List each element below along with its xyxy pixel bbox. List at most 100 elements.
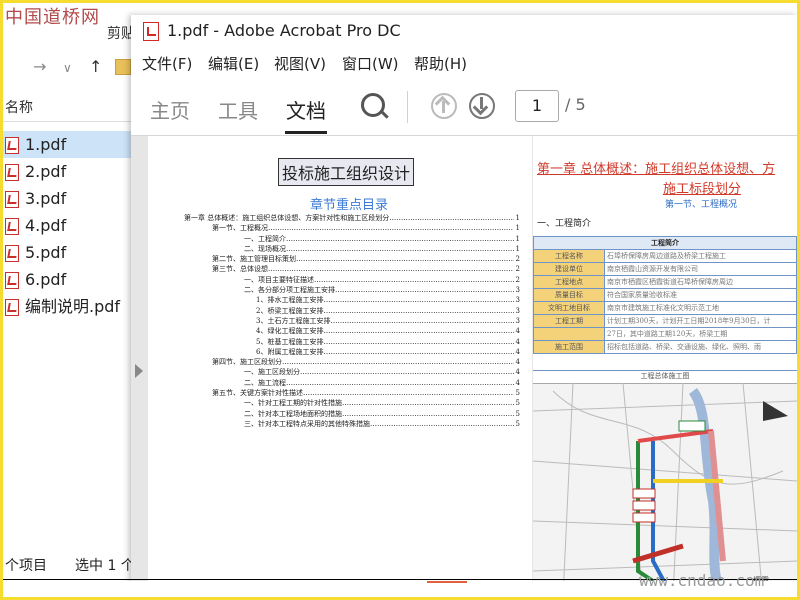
table-of-contents: 第一章 总体概述：施工组织总体设想、方案针对性和施工区段划分 …………………………… <box>184 213 520 430</box>
toc-entry[interactable]: 5、桩基工程施工安排………………………………………………………………………………… <box>184 336 520 347</box>
toc-entry-text: 第三节、总体设想 <box>212 265 268 274</box>
toc-entry[interactable]: 一、针对工程工期的针对性措施……………………………………………………………………… <box>184 398 520 409</box>
toc-leader: …………………………………………………………………………………………… <box>314 275 520 284</box>
toc-leader: …………………………………………………………………………………………… <box>296 255 520 264</box>
toc-entry[interactable]: 一、工程简介…………………………………………………………………………………………… <box>184 233 520 244</box>
file-list-item[interactable]: 6.pdf <box>3 266 131 293</box>
subsection-heading: 一、工程简介 <box>537 219 592 229</box>
table-row: 文明工地目标 南京市建筑施工标准化文明示范工地 <box>533 301 797 315</box>
file-name: 6.pdf <box>25 270 67 289</box>
document-area[interactable]: 投标施工组织设计 章节重点目录 第一章 总体概述：施工组织总体设想、方案针对性和… <box>131 136 797 597</box>
toc-leader: …………………………………………………………………………………………… <box>286 244 520 253</box>
toc-page-number: 4 <box>513 377 520 389</box>
divider <box>3 121 131 122</box>
pdf-page-2: 第一章 总体概述：施工组织总体设想、方 施工标段划分 第一节、工程概况 一、工程… <box>533 136 797 597</box>
file-list-item[interactable]: 编制说明.pdf <box>3 293 131 320</box>
file-list-item[interactable]: 2.pdf <box>3 158 131 185</box>
toolbar-divider <box>407 91 408 123</box>
file-list-item[interactable]: 4.pdf <box>3 212 131 239</box>
menu-edit[interactable]: 编辑(E) <box>208 53 259 74</box>
pdf-file-icon <box>5 245 19 262</box>
toc-entry[interactable]: 二、针对本工程场地面积的措施……………………………………………………………………… <box>184 408 520 419</box>
toolbar: 主页 工具 文档 1 / 5 <box>131 79 797 136</box>
toc-page-number: 1 <box>513 223 520 234</box>
toc-leader: …………………………………………………………………………………………… <box>323 306 520 315</box>
column-header-name[interactable]: 名称 <box>5 97 33 117</box>
table-row: 工程地点 南京市栖霞区栖霞街道石埠桥保障房周边 <box>533 275 797 289</box>
toc-page-number: 3 <box>513 315 520 327</box>
pdf-file-icon <box>5 299 19 316</box>
toc-entry[interactable]: 1、排水工程施工安排………………………………………………………………………………… <box>184 295 520 306</box>
next-page-icon[interactable] <box>469 93 495 119</box>
toc-entry[interactable]: 3、土石方工程施工安排……………………………………………………………………………… <box>184 315 520 327</box>
toc-page-number: 4 <box>513 357 520 368</box>
file-name: 2.pdf <box>25 162 67 181</box>
toc-page-number: 5 <box>513 388 520 399</box>
tab-tools[interactable]: 工具 <box>218 95 258 124</box>
previous-page-icon[interactable] <box>431 93 457 119</box>
toc-entry-text: 第四节、施工区段划分 <box>212 358 282 367</box>
menu-window[interactable]: 窗口(W) <box>342 53 399 74</box>
folder-icon <box>115 59 131 75</box>
tab-home[interactable]: 主页 <box>150 95 190 124</box>
toc-page-number: 5 <box>513 418 520 430</box>
toc-entry[interactable]: 第一节、工程概况……………………………………………………………………………………… <box>184 223 520 234</box>
toc-entry[interactable]: 第五节、关键方案针对性描述………………………………………………………………………… <box>184 388 520 399</box>
expand-panel-icon[interactable] <box>135 364 143 378</box>
tab-document[interactable]: 文档 <box>286 95 326 124</box>
toc-entry-text: 3、土石方工程施工安排 <box>256 316 331 325</box>
toc-entry[interactable]: 第三节、总体设想……………………………………………………………………………………… <box>184 264 520 275</box>
toc-entry[interactable]: 三、针对本工程特点采用的其他特殊措施…………………………………………………………… <box>184 418 520 430</box>
pdf-file-icon <box>5 164 19 181</box>
toc-entry[interactable]: 一、施工区段划分……………………………………………………………………………………… <box>184 367 520 378</box>
toc-page-number: 3 <box>513 295 520 306</box>
menu-view[interactable]: 视图(V) <box>274 53 326 74</box>
menu-file[interactable]: 文件(F) <box>142 53 192 74</box>
file-list: 1.pdf 2.pdf 3.pdf 4.pdf 5.pdf 6.pdf 编制说明.pdf <box>3 131 131 320</box>
toc-entry-text: 第五节、关键方案针对性描述 <box>212 389 303 398</box>
toc-entry[interactable]: 第四节、施工区段划分………………………………………………………………………………… <box>184 357 520 368</box>
toc-leader: …………………………………………………………………………………………… <box>330 316 520 325</box>
toc-entry-text: 5、桩基工程施工安排 <box>256 337 324 346</box>
table-row: 施工范围 招标包括道路、桥梁、交通设施、绿化、照明、雨 <box>533 340 797 354</box>
toc-page-number: 4 <box>513 367 520 378</box>
toc-entry[interactable]: 6、附属工程施工安排………………………………………………………………………………… <box>184 346 520 358</box>
title-bar[interactable]: 1.pdf - Adobe Acrobat Pro DC <box>131 15 797 47</box>
table-row: 工程工期 计划工期300天，计划开工日期2018年9月30日，计 <box>533 314 797 328</box>
toc-entry[interactable]: 二、各分部分项工程施工安排………………………………………………………………………… <box>184 285 520 296</box>
toc-entry[interactable]: 第二节、施工管理目标策划…………………………………………………………………………… <box>184 254 520 265</box>
toc-entry[interactable]: 二、施工流程…………………………………………………………………………………………… <box>184 377 520 389</box>
table-row: 建设单位 南京栖霞山资源开发有限公司 <box>533 262 797 276</box>
toc-entry[interactable]: 第一章 总体概述：施工组织总体设想、方案针对性和施工区段划分…………………………… <box>184 213 520 224</box>
file-list-item[interactable]: 3.pdf <box>3 185 131 212</box>
up-arrow-icon[interactable]: ↑ <box>89 57 102 76</box>
scroll-thumb[interactable] <box>427 581 467 583</box>
toc-leader: …………………………………………………………………………………………… <box>303 389 520 398</box>
toc-entry-text: 一、针对工程工期的针对性措施 <box>244 399 342 408</box>
toc-page-number: 4 <box>513 336 520 347</box>
table-row: 工程名称 石埠桥保障房周边道路及桥梁工程施工 <box>533 249 797 263</box>
pdf-file-icon <box>5 137 19 154</box>
toc-entry[interactable]: 二、现场概况…………………………………………………………………………………………… <box>184 243 520 255</box>
toc-entry-text: 三、针对本工程特点采用的其他特殊措施 <box>244 419 370 428</box>
forward-arrow-icon[interactable]: → <box>33 57 46 76</box>
toc-entry[interactable]: 4、绿化工程施工安排………………………………………………………………………………… <box>184 326 520 337</box>
search-icon[interactable] <box>361 93 385 117</box>
table-key-cell: 施工范围 <box>533 340 605 354</box>
menu-help[interactable]: 帮助(H) <box>414 53 467 74</box>
file-name: 3.pdf <box>25 189 67 208</box>
toc-entry[interactable]: 一、项目主要特征描述………………………………………………………………………………… <box>184 274 520 286</box>
toc-leader: …………………………………………………………………………………………… <box>268 224 513 233</box>
table-value-cell: 南京市建筑施工标准化文明示范工地 <box>604 301 797 315</box>
toc-entry-text: 第一章 总体概述：施工组织总体设想、方案针对性和施工区段划分 <box>184 214 390 222</box>
file-list-item[interactable]: 1.pdf <box>3 131 131 158</box>
toc-page-number: 2 <box>513 274 520 286</box>
page-number-input[interactable]: 1 <box>515 90 559 122</box>
toc-leader: …………………………………………………………………………………………… <box>268 265 513 274</box>
toc-leader: …………………………………………………………………………………………… <box>335 286 520 295</box>
file-list-item[interactable]: 5.pdf <box>3 239 131 266</box>
table-value-cell: 计划工期300天，计划开工日期2018年9月30日，计 <box>604 314 797 328</box>
toc-entry-text: 二、各分部分项工程施工安排 <box>244 286 335 295</box>
toc-entry[interactable]: 2、桥梁工程施工安排………………………………………………………………………………… <box>184 305 520 316</box>
chevron-down-icon[interactable]: ∨ <box>63 61 72 75</box>
